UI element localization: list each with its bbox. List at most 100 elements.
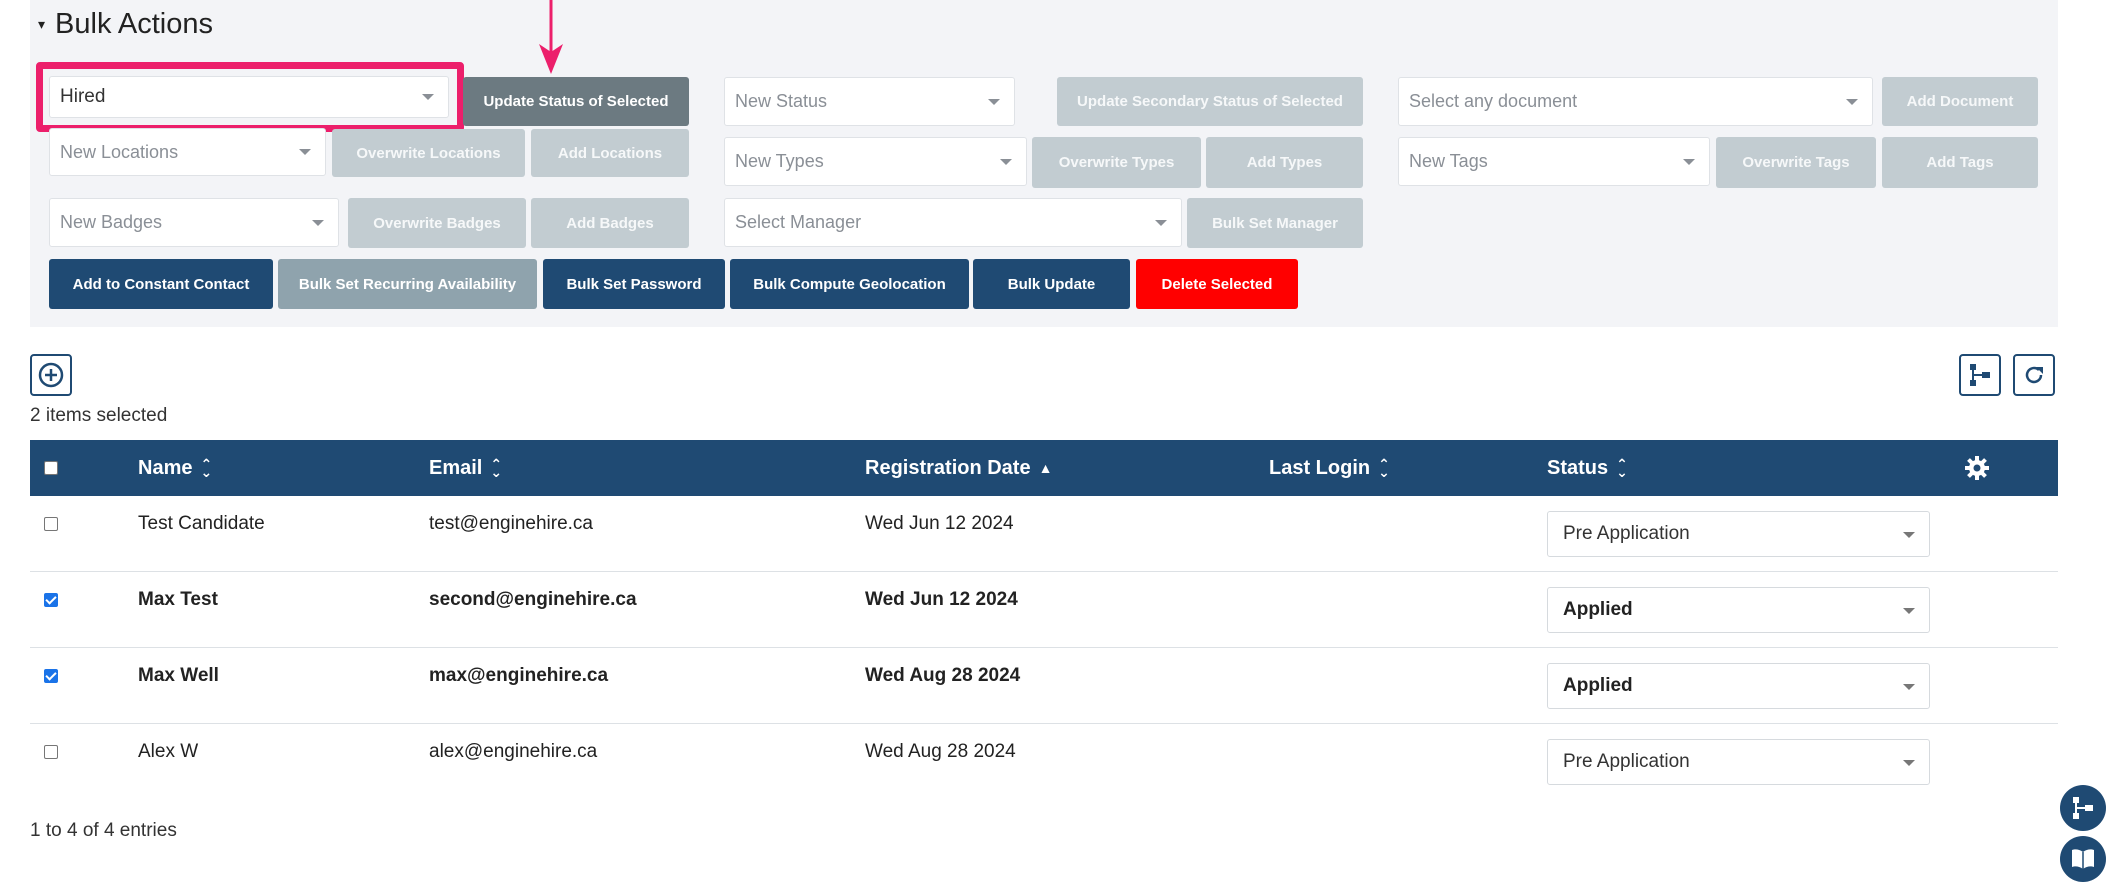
chevron-down-icon: [1903, 760, 1915, 766]
locations-placeholder: New Locations: [60, 141, 179, 162]
table-row[interactable]: Max Test second@enginehire.ca Wed Jun 12…: [30, 572, 2058, 648]
cell-email: second@enginehire.ca: [429, 589, 637, 610]
chevron-down-icon: [312, 219, 324, 226]
cell-email: test@enginehire.ca: [429, 513, 593, 534]
update-secondary-status-button[interactable]: Update Secondary Status of Selected: [1057, 77, 1363, 126]
types-placeholder: New Types: [735, 151, 824, 171]
cell-registration-date: Wed Jun 12 2024: [865, 513, 1014, 534]
tags-placeholder: New Tags: [1409, 151, 1488, 171]
cell-registration-date: Wed Aug 28 2024: [865, 741, 1016, 762]
gear-icon: [1965, 456, 1989, 480]
document-select[interactable]: Select any document: [1398, 77, 1873, 126]
pointer-arrow-icon: [539, 0, 563, 74]
column-email[interactable]: Email ⌃ ⌄: [429, 440, 502, 496]
status-value: Pre Application: [1563, 523, 1690, 544]
delete-selected-button[interactable]: Delete Selected: [1136, 259, 1298, 309]
new-status-select[interactable]: New Status: [724, 77, 1015, 126]
column-name[interactable]: Name ⌃ ⌄: [138, 440, 212, 496]
row-checkbox[interactable]: [44, 745, 58, 759]
add-document-button[interactable]: Add Document: [1882, 77, 2038, 126]
chevron-down-icon: [1000, 158, 1012, 165]
overwrite-badges-button[interactable]: Overwrite Badges: [348, 198, 526, 248]
cell-name: Max Well: [138, 665, 219, 686]
bulk-set-password-button[interactable]: Bulk Set Password: [543, 259, 725, 309]
column-status[interactable]: Status ⌃ ⌄: [1547, 440, 1628, 496]
status-dropdown[interactable]: Applied: [1547, 587, 1930, 633]
cell-registration-date: Wed Aug 28 2024: [865, 665, 1021, 686]
locations-select[interactable]: New Locations: [49, 128, 326, 176]
hierarchy-icon: [1970, 364, 1990, 386]
add-tags-button[interactable]: Add Tags: [1882, 137, 2038, 188]
sort-icon: ⌃ ⌄: [200, 456, 213, 480]
column-last-login-label: Last Login: [1269, 456, 1371, 479]
badges-select[interactable]: New Badges: [49, 198, 339, 247]
table-row[interactable]: Max Well max@enginehire.ca Wed Aug 28 20…: [30, 648, 2058, 724]
cell-name: Test Candidate: [138, 513, 265, 534]
sort-icon: ⌃ ⌄: [1616, 456, 1628, 480]
sort-icon: ⌃ ⌄: [1378, 456, 1390, 480]
types-select[interactable]: New Types: [724, 137, 1027, 186]
bulk-set-recurring-availability-button[interactable]: Bulk Set Recurring Availability: [278, 259, 537, 309]
column-registration-label: Registration Date: [865, 456, 1031, 479]
highlight-box: [36, 62, 464, 132]
add-types-button[interactable]: Add Types: [1206, 137, 1363, 188]
status-dropdown[interactable]: Pre Application: [1547, 739, 1930, 785]
cell-email: alex@enginehire.ca: [429, 741, 598, 762]
column-email-label: Email: [429, 456, 483, 479]
entries-count: 1 to 4 of 4 entries: [30, 820, 177, 841]
chevron-down-icon: [1903, 532, 1915, 538]
table-row[interactable]: Test Candidate test@enginehire.ca Wed Ju…: [30, 496, 2058, 572]
row-checkbox[interactable]: [44, 517, 58, 531]
row-checkbox[interactable]: [44, 669, 58, 683]
chevron-down-icon: [1155, 219, 1167, 226]
sort-icon: ⌃ ⌄: [490, 456, 503, 480]
row-checkbox[interactable]: [44, 593, 58, 607]
column-status-label: Status: [1547, 456, 1609, 479]
chevron-down-icon: [1903, 608, 1915, 614]
add-button[interactable]: [30, 354, 72, 396]
overwrite-tags-button[interactable]: Overwrite Tags: [1716, 137, 1876, 188]
status-value: Applied: [1563, 675, 1633, 696]
refresh-button[interactable]: [2013, 354, 2055, 396]
floating-help-button[interactable]: [2060, 836, 2106, 882]
add-badges-button[interactable]: Add Badges: [531, 198, 689, 248]
bulk-set-manager-button[interactable]: Bulk Set Manager: [1187, 198, 1363, 248]
select-all-checkbox[interactable]: [44, 461, 58, 475]
status-dropdown[interactable]: Pre Application: [1547, 511, 1930, 557]
chevron-down-icon: [299, 149, 311, 155]
add-to-constant-contact-button[interactable]: Add to Constant Contact: [49, 259, 273, 309]
manager-placeholder: Select Manager: [735, 212, 862, 232]
chevron-down-icon: [1903, 684, 1915, 690]
sort-up-icon: ▲: [1038, 460, 1053, 476]
cell-registration-date: Wed Jun 12 2024: [865, 589, 1018, 610]
manager-select[interactable]: Select Manager: [724, 198, 1182, 247]
cell-name: Alex W: [138, 741, 199, 762]
hierarchy-icon: [2073, 797, 2093, 819]
update-status-button[interactable]: Update Status of Selected: [463, 77, 689, 126]
chevron-down-icon: [988, 98, 1000, 105]
caret-down-icon: ▾: [38, 16, 46, 32]
selected-count: 2 items selected: [30, 405, 168, 426]
column-tree-button[interactable]: [1959, 354, 2001, 396]
status-dropdown[interactable]: Applied: [1547, 663, 1930, 709]
bulk-actions-title: Bulk Actions: [55, 8, 214, 40]
chevron-down-icon: [1846, 98, 1858, 105]
table-row[interactable]: Alex W alex@enginehire.ca Wed Aug 28 202…: [30, 724, 2058, 800]
refresh-icon: [2025, 366, 2043, 384]
overwrite-locations-button[interactable]: Overwrite Locations: [332, 129, 525, 177]
column-registration-date[interactable]: Registration Date ▲: [865, 440, 1052, 496]
floating-tree-button[interactable]: [2060, 785, 2106, 831]
column-last-login[interactable]: Last Login ⌃ ⌄: [1269, 440, 1390, 496]
new-status-placeholder: New Status: [735, 91, 828, 111]
cell-email: max@enginehire.ca: [429, 665, 609, 686]
bulk-compute-geolocation-button[interactable]: Bulk Compute Geolocation: [730, 259, 969, 309]
chevron-down-icon: [1683, 158, 1695, 165]
column-name-label: Name: [138, 456, 193, 479]
table-settings-button[interactable]: [1964, 440, 1990, 496]
overwrite-types-button[interactable]: Overwrite Types: [1032, 137, 1201, 188]
bulk-update-button[interactable]: Bulk Update: [973, 259, 1130, 309]
add-locations-button[interactable]: Add Locations: [531, 129, 689, 177]
bulk-actions-toggle[interactable]: ▾ Bulk Actions: [38, 8, 213, 41]
tags-select[interactable]: New Tags: [1398, 137, 1710, 186]
status-value: Applied: [1563, 599, 1633, 620]
